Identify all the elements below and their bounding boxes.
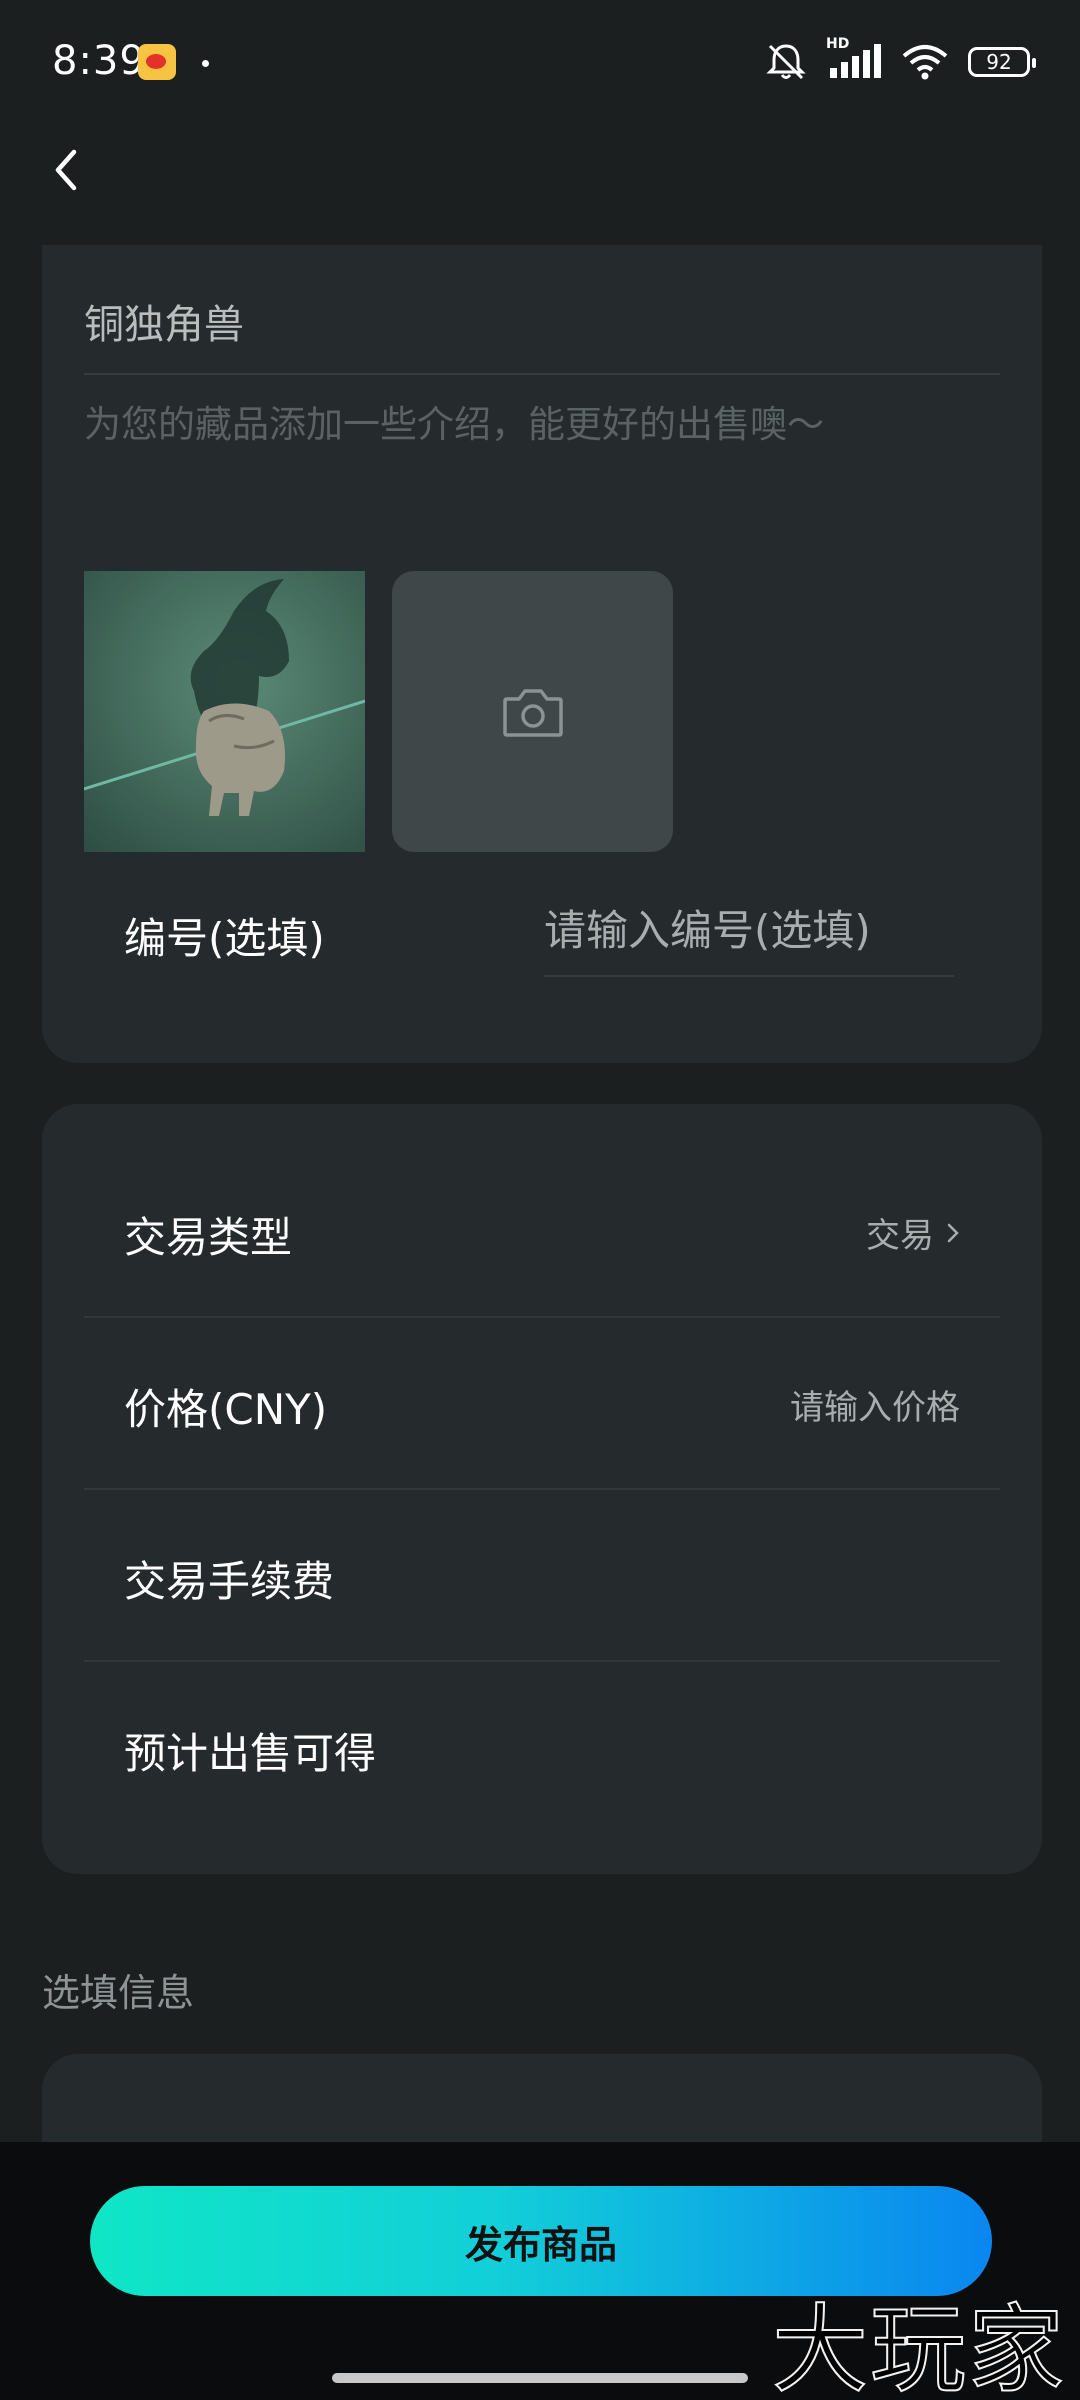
trade-type-row[interactable]: 交易类型 交易 [84,1144,1000,1318]
trade-type-label: 交易类型 [124,1213,293,1262]
battery-level: 92 [986,50,1012,74]
serial-label: 编号(选填) [124,914,325,963]
fee-label: 交易手续费 [124,1557,335,1606]
price-label: 价格(CNY) [124,1385,328,1434]
status-bar: 8:39 HD 92 [0,0,1080,130]
dot-icon [202,60,209,67]
fee-row: 交易手续费 [84,1488,1000,1662]
signal-icon: HD [826,36,882,82]
trade-type-value-group[interactable]: 交易 [866,1208,960,1257]
description-input[interactable]: 为您的藏品添加一些介绍，能更好的出售噢～ [84,395,1000,455]
screen: 8:39 HD 92 铜独角兽 为您的藏品添加一些介绍，能更好的出售噢～ 编号(… [0,0,1080,2400]
battery-icon: 92 [968,47,1036,77]
camera-icon [502,688,563,737]
wifi-icon [900,42,950,82]
item-info-card: 铜独角兽 为您的藏品添加一些介绍，能更好的出售噢～ 编号(选填) 请输入编号(选… [42,245,1042,1063]
back-button[interactable] [36,140,96,200]
serial-input[interactable]: 请输入编号(选填) [544,895,954,977]
chevron-right-icon [947,1223,959,1242]
trade-type-value: 交易 [866,1216,934,1256]
optional-section-title: 选填信息 [42,1971,195,2015]
estimated-proceeds-label: 预计出售可得 [124,1729,377,1778]
add-photo-button[interactable] [392,571,673,852]
status-icons: HD 92 [764,36,1036,84]
estimated-proceeds-row: 预计出售可得 [84,1660,1000,1832]
item-photo[interactable] [84,571,365,852]
weibo-icon [138,44,176,80]
price-input[interactable]: 请输入价格 [790,1380,960,1429]
network-type-label: HD [826,36,850,52]
watermark: 大玩家 [771,2293,1066,2400]
price-row[interactable]: 价格(CNY) 请输入价格 [84,1316,1000,1490]
chevron-left-icon [55,149,77,191]
trade-card: 交易类型 交易 价格(CNY) 请输入价格 交易手续费 预计出售可得 [42,1104,1042,1874]
item-name-field[interactable]: 铜独角兽 [84,289,1000,375]
status-time: 8:39 [52,38,146,84]
home-indicator[interactable] [332,2373,748,2383]
mute-icon [764,42,808,82]
